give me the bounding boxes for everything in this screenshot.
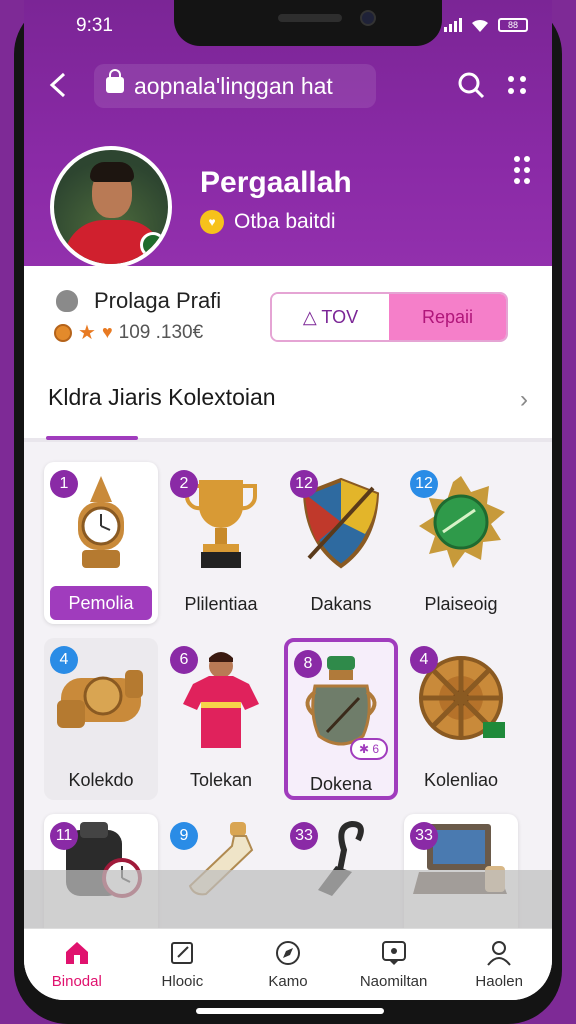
item-number-badge: 12 [410, 470, 438, 498]
collection-item[interactable]: 12 Dakans [284, 462, 398, 624]
home-indicator [196, 1008, 384, 1014]
star-icon: ★ [78, 322, 96, 344]
item-label: Tolekan [189, 770, 253, 790]
collection-item[interactable]: 1 Pemolia [44, 462, 158, 624]
tab-haolen[interactable]: Haolen [446, 929, 552, 1000]
avatar[interactable] [50, 146, 172, 268]
action-buttons: △ TOV Repaii [270, 292, 508, 342]
tab-bar: Binodal Hlooic Kamo Naomiltan Haolen [24, 928, 552, 1000]
more-dots-icon[interactable] [508, 76, 526, 96]
tab-label: Haolen [475, 973, 523, 990]
item-label: Dokena [309, 774, 373, 794]
repair-button[interactable]: Repaii [389, 294, 506, 340]
item-label: Plilentiaa [184, 594, 258, 614]
battery-icon: 88 [498, 18, 528, 32]
item-number-badge: 1 [50, 470, 78, 498]
tov-button[interactable]: △ TOV [272, 294, 389, 340]
item-label: Kolenliao [423, 770, 499, 790]
collection-item[interactable]: 4 Kolekdo [44, 638, 158, 800]
item-label: Plaiseoig [424, 594, 498, 614]
heart-icon: ♥ [101, 322, 113, 342]
item-number-badge: 33 [410, 822, 438, 850]
tab-label: Kamo [268, 973, 308, 990]
info-title: Prolaga Prafi [94, 288, 222, 313]
item-label[interactable]: Pemolia [50, 586, 152, 620]
item-number-badge: 4 [410, 646, 438, 674]
browser-bar: aopnala'linggan hat [24, 56, 552, 118]
profile-name: Pergaallah [200, 166, 352, 199]
section-underline [46, 436, 138, 440]
stats-value: 109 .130€ [118, 321, 204, 343]
tab-hlooic[interactable]: Hlooic [130, 929, 236, 1000]
item-number-badge: 8 [294, 650, 322, 678]
item-label: Dakans [310, 594, 372, 614]
tab-kamo[interactable]: Kamo [235, 929, 341, 1000]
collection-item[interactable]: 8 ✱ 6 Dokena [284, 638, 398, 800]
medal-icon [54, 323, 72, 342]
tab-label: Naomiltan [359, 973, 428, 990]
apple-icon [56, 290, 78, 312]
url-text: aopnala'linggan hat [134, 73, 333, 99]
info-card: Prolaga Prafi ★ ♥ 109 .130€ △ TOV Repaii… [24, 266, 552, 442]
item-number-badge: 11 [50, 822, 78, 850]
status-icons: 88 [444, 17, 528, 33]
home-icon [63, 939, 91, 967]
chat-icon [380, 939, 408, 967]
chevron-right-icon[interactable]: › [520, 386, 528, 414]
lock-icon [106, 69, 124, 93]
favorite-chip-icon[interactable]: ✱ 6 [350, 738, 388, 760]
collection-item[interactable]: 12 Plaiseoig [404, 462, 518, 624]
tab-label: Binodal [51, 973, 102, 990]
profile-subtitle-row: ♥ Otba baitdi [200, 210, 336, 234]
person-icon [485, 939, 513, 967]
stats-row: ★ ♥ 109 .130€ [54, 320, 203, 345]
edit-icon [168, 939, 196, 967]
section-title: Kldra Jiaris Kolextoian [48, 384, 276, 410]
compass-icon [274, 939, 302, 967]
item-number-badge: 9 [170, 822, 198, 850]
url-field[interactable]: aopnala'linggan hat [94, 64, 376, 108]
wifi-icon [472, 19, 488, 32]
search-icon[interactable] [456, 70, 486, 100]
profile-more-icon[interactable] [514, 156, 532, 184]
item-number-badge: 33 [290, 822, 318, 850]
bottom-fade [24, 870, 552, 928]
tab-binodal[interactable]: Binodal [24, 929, 130, 1000]
signal-icon [444, 18, 462, 32]
screen: 9:31 88 aopnala'linggan hat Pergaallah ♥… [24, 0, 552, 1000]
item-number-badge: 4 [50, 646, 78, 674]
item-number-badge: 2 [170, 470, 198, 498]
back-arrow-icon[interactable] [44, 70, 74, 100]
profile-subtitle: Otba baitdi [234, 210, 336, 233]
collection-item[interactable]: 2 Plilentiaa [164, 462, 278, 624]
item-number-badge: 12 [290, 470, 318, 498]
tab-naomiltan[interactable]: Naomiltan [341, 929, 447, 1000]
tab-label: Hlooic [161, 973, 204, 990]
item-number-badge: 6 [170, 646, 198, 674]
coin-icon: ♥ [200, 210, 224, 234]
collection-item[interactable]: 6 Tolekan [164, 638, 278, 800]
collection-item[interactable]: 4 Kolenliao [404, 638, 518, 800]
status-time: 9:31 [76, 15, 113, 36]
club-badge-icon [140, 232, 166, 258]
status-bar: 9:31 88 [24, 12, 552, 38]
item-label: Kolekdo [68, 770, 134, 790]
